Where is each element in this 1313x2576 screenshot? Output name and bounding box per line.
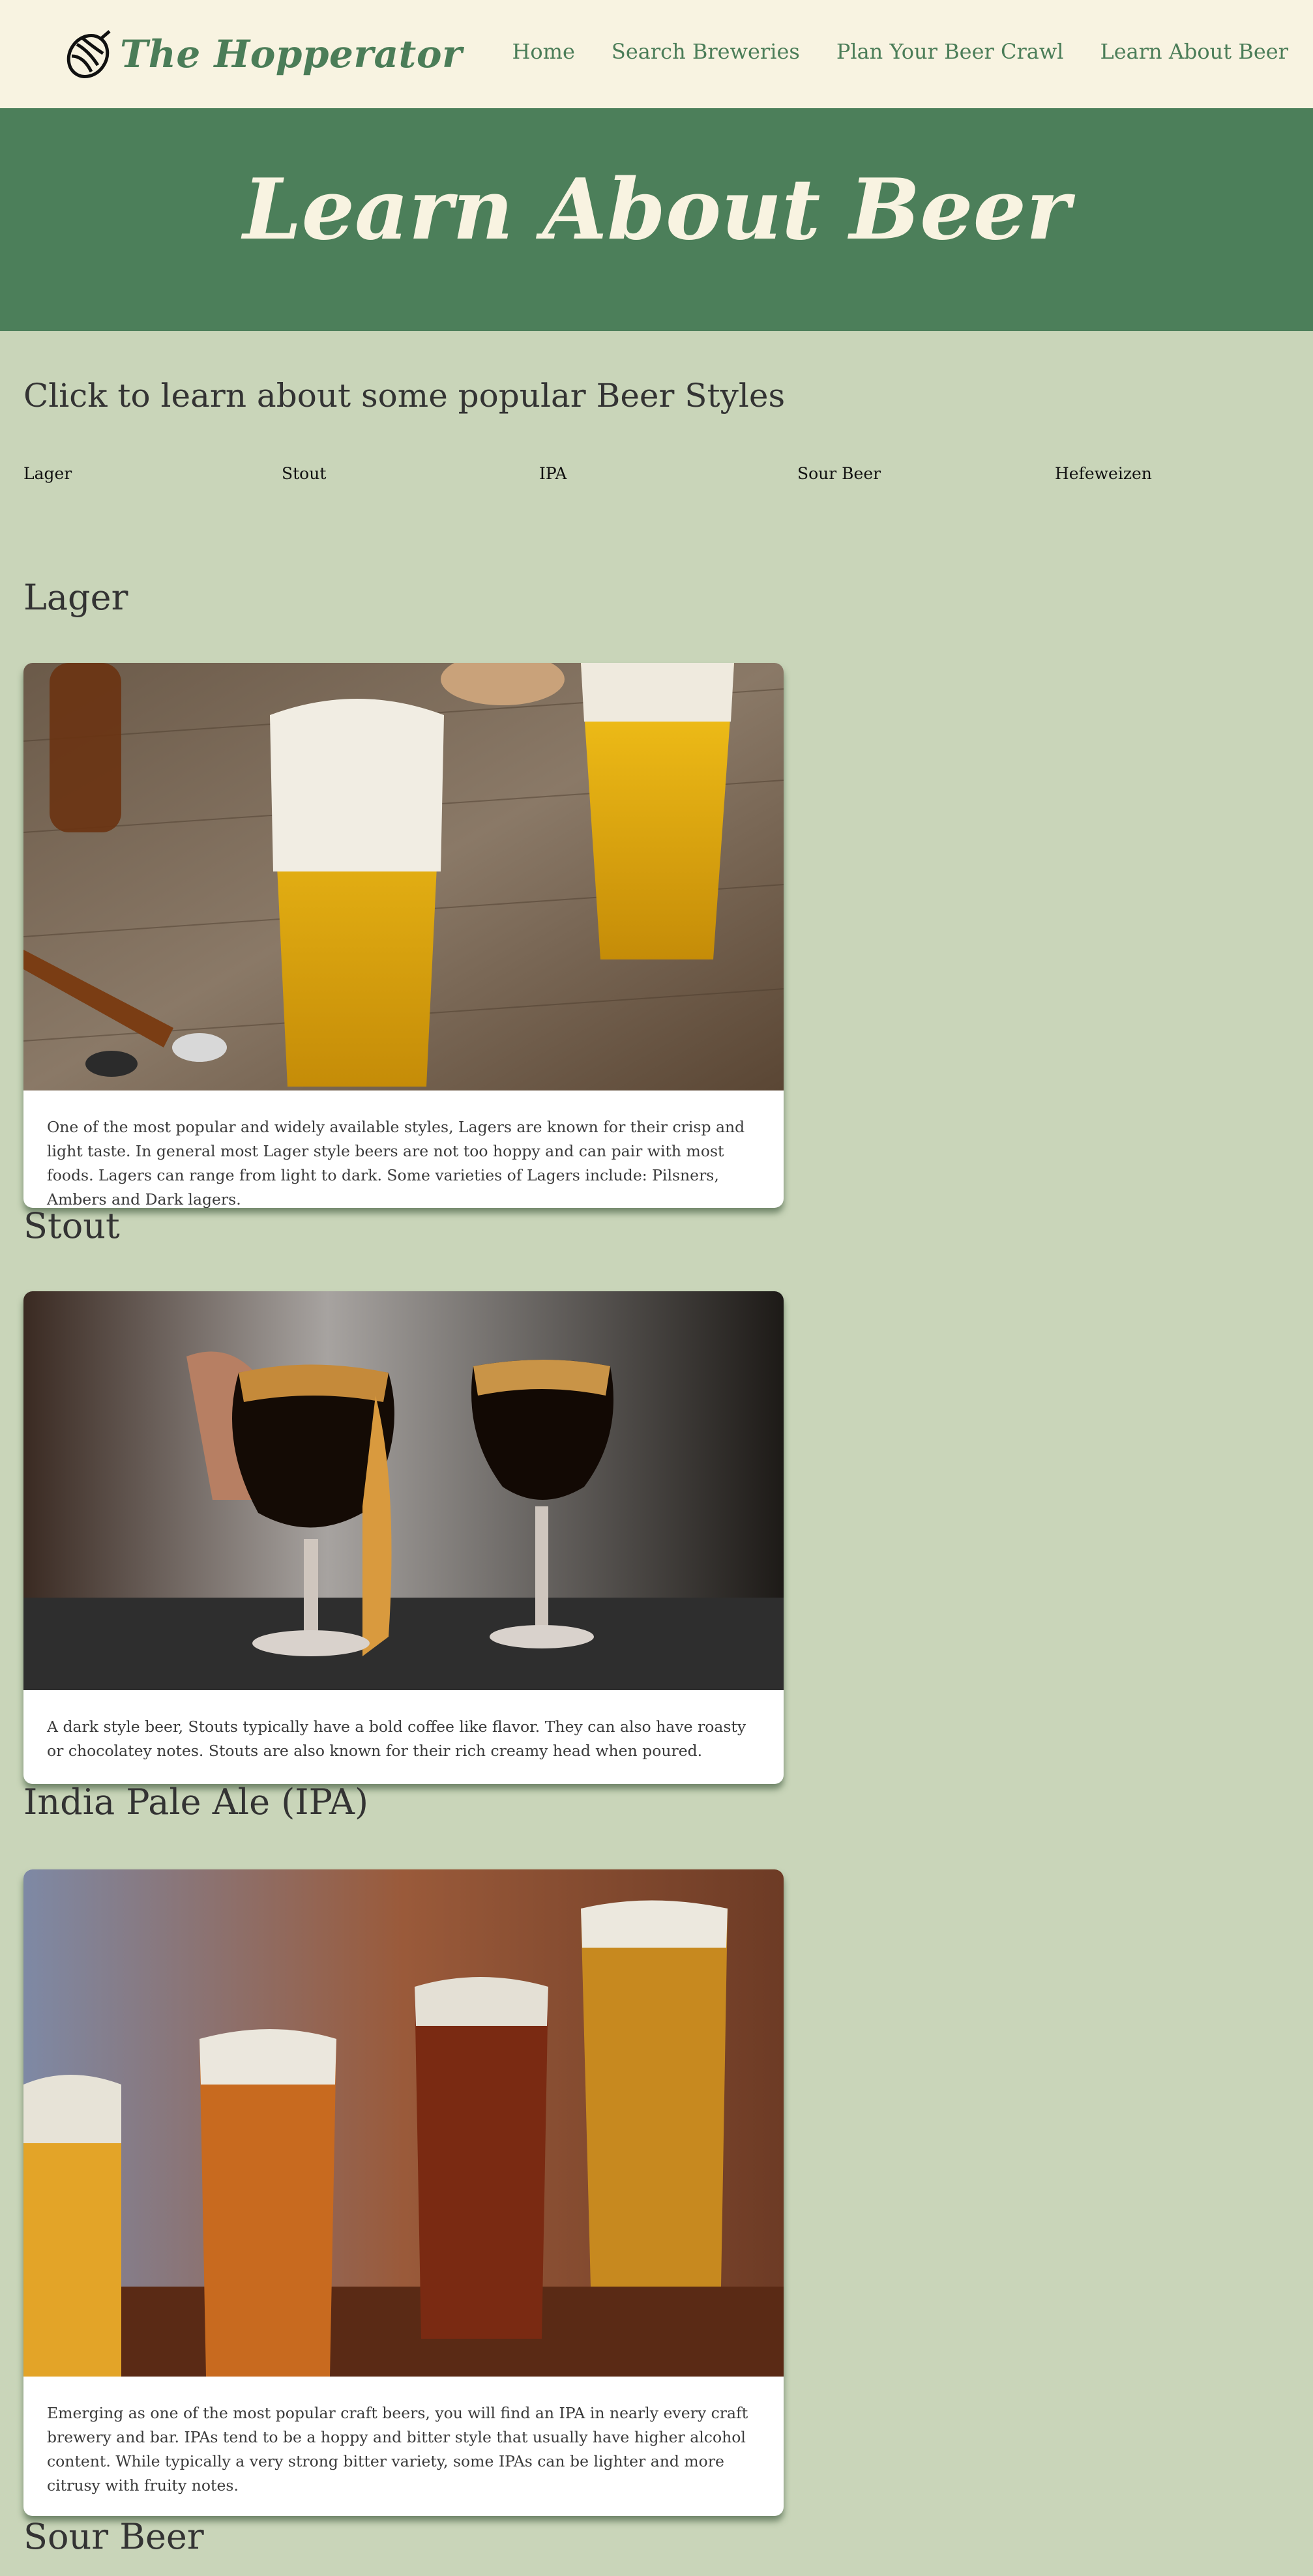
main-nav: Home Search Breweries Plan Your Beer Cra… <box>512 39 1288 64</box>
nav-search-breweries[interactable]: Search Breweries <box>612 39 800 64</box>
style-link-stout[interactable]: Stout <box>282 464 326 483</box>
site-header: The Hopperator Home Search Breweries Pla… <box>0 0 1313 108</box>
style-link-ipa[interactable]: IPA <box>539 464 567 483</box>
ipa-image <box>23 1869 784 2377</box>
stout-description: A dark style beer, Stouts typically have… <box>47 1718 746 1760</box>
styles-heading: Click to learn about some popular Beer S… <box>23 377 786 415</box>
beer-card-ipa: Emerging as one of the most popular craf… <box>23 1869 784 2516</box>
section-title-ipa: India Pale Ale (IPA) <box>23 1781 369 1822</box>
nav-home[interactable]: Home <box>512 39 574 64</box>
ipa-description: Emerging as one of the most popular craf… <box>47 2404 748 2495</box>
section-title-lager: Lager <box>23 577 128 618</box>
style-link-lager[interactable]: Lager <box>23 464 72 483</box>
section-title-sour-beer: Sour Beer <box>23 2516 204 2557</box>
lager-image <box>23 663 784 1090</box>
page-title: Learn About Beer <box>243 161 1070 259</box>
hop-icon <box>66 30 111 78</box>
style-link-hefeweizen[interactable]: Hefeweizen <box>1055 464 1152 483</box>
brand-name: The Hopperator <box>120 32 463 76</box>
style-link-sour-beer[interactable]: Sour Beer <box>797 464 881 483</box>
lager-description: One of the most popular and widely avail… <box>47 1118 745 1208</box>
style-links: Lager Stout IPA Sour Beer Hefeweizen <box>23 464 1313 490</box>
section-title-stout: Stout <box>23 1205 120 1246</box>
logo-link[interactable]: The Hopperator <box>57 25 462 83</box>
beer-card-stout: A dark style beer, Stouts typically have… <box>23 1291 784 1784</box>
beer-card-lager: One of the most popular and widely avail… <box>23 663 784 1208</box>
nav-learn-about-beer[interactable]: Learn About Beer <box>1100 39 1288 64</box>
nav-plan-beer-crawl[interactable]: Plan Your Beer Crawl <box>836 39 1064 64</box>
stout-image <box>23 1291 784 1690</box>
hero-banner: Learn About Beer <box>0 108 1313 331</box>
